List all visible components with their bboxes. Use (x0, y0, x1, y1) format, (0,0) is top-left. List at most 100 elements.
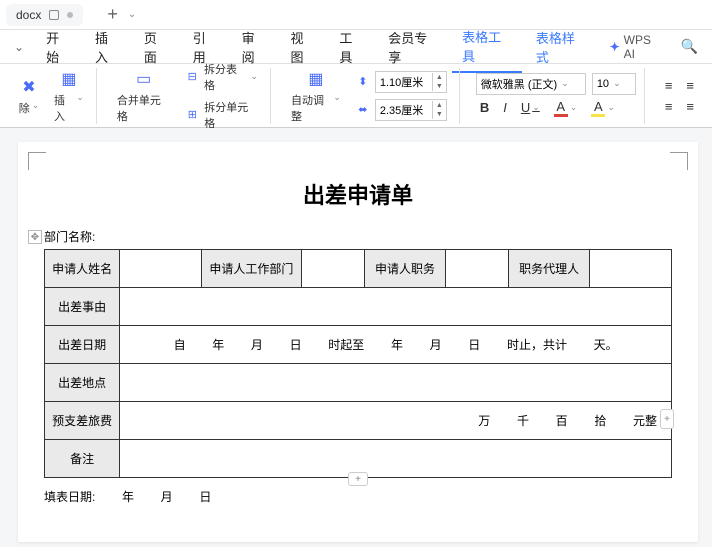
menu-member[interactable]: 会员专享 (378, 22, 448, 72)
cell-post-value[interactable] (446, 250, 509, 288)
cell-post-label[interactable]: 申请人职务 (364, 250, 446, 288)
split-table-label: 拆分表格 (204, 61, 247, 93)
autofit-icon: ▦ (305, 68, 327, 90)
footer-date: 填表日期: 年 月 日 (44, 488, 672, 505)
row-height-row: ⬍ ▲▼ (351, 69, 451, 95)
dept-label: 部门名称: (44, 228, 95, 245)
wps-ai-button[interactable]: ✦ WPS AI (604, 33, 669, 61)
page: 出差申请单 ✥ 部门名称: 申请人姓名 申请人工作部门 申请人职务 职务代理人 … (18, 142, 698, 542)
highlight-swatch (591, 114, 605, 117)
menu-tools[interactable]: 工具 (329, 22, 374, 72)
caret-icon: ⌄ (32, 100, 40, 116)
split-table-button[interactable]: ⊟ 拆分表格 ⌄ (181, 59, 263, 95)
cell-reason-label[interactable]: 出差事由 (45, 288, 120, 326)
font-color-button[interactable]: A ⌄ (550, 97, 582, 119)
cell-dept-label[interactable]: 申请人工作部门 (201, 250, 301, 288)
menu-table-tools[interactable]: 表格工具 (452, 21, 522, 73)
font-stack: 微软雅黑 (正文) ⌄ 10 ⌄ B I U⌄ A ⌄ (476, 73, 636, 119)
caret-icon: ⌄ (76, 92, 84, 124)
cell-date-value[interactable]: 自 年 月 日 时起至 年 月 日 时止，共计 天。 (120, 326, 672, 364)
add-row-button[interactable]: + (348, 472, 368, 486)
delete-icon: ✖ (18, 76, 40, 98)
autofit-button[interactable]: ▦ 自动调整⌄ (287, 66, 345, 126)
col-width-row: ⬌ ▲▼ (351, 97, 451, 123)
align-right-button[interactable]: ≡ (682, 97, 698, 116)
menu-start[interactable]: 开始 (36, 22, 81, 72)
autofit-label: 自动调整 (291, 92, 331, 124)
spin-down[interactable]: ▼ (433, 82, 446, 91)
row-height-input[interactable]: ▲▼ (375, 71, 447, 93)
merge-cells-button[interactable]: ▭ 合并单元格 (113, 66, 175, 126)
cell-proxy-label[interactable]: 职务代理人 (508, 250, 590, 288)
tab-status-dot (67, 12, 73, 18)
table-row: 申请人姓名 申请人工作部门 申请人职务 职务代理人 (45, 250, 672, 288)
align-stack: ≡ ≡ ≡ ≡ (661, 76, 698, 116)
menubar: ⌄ 开始 插入 页面 引用 审阅 视图 工具 会员专享 表格工具 表格样式 ✦ … (0, 30, 712, 64)
spin-down[interactable]: ▼ (433, 110, 446, 119)
cell-note-value[interactable] (120, 440, 672, 478)
row-height-field[interactable] (376, 76, 432, 88)
delete-button[interactable]: ✖ 除⌄ (14, 74, 44, 118)
menu-page[interactable]: 页面 (134, 22, 179, 72)
underline-button[interactable]: U⌄ (517, 98, 544, 117)
table-row: 预支差旅费 万 千 百 拾 元整 (45, 402, 672, 440)
caret-icon: ⌄ (561, 78, 569, 89)
tab-window-icon (49, 10, 59, 20)
align-center-button[interactable]: ≡ (682, 76, 698, 95)
font-name-select[interactable]: 微软雅黑 (正文) ⌄ (476, 73, 586, 95)
spin-up[interactable]: ▲ (433, 101, 446, 110)
margin-corner-tr (670, 152, 688, 170)
tab-filename: docx (16, 8, 41, 22)
cell-advance-label[interactable]: 预支差旅费 (45, 402, 120, 440)
table-move-handle[interactable]: ✥ (28, 230, 42, 244)
cell-proxy-value[interactable] (590, 250, 672, 288)
bold-button[interactable]: B (476, 98, 493, 117)
ribbon-group-size: ▦ 自动调整⌄ ⬍ ▲▼ ⬌ ▲▼ (279, 68, 460, 124)
caret-icon: ⌄ (570, 102, 578, 113)
wps-ai-icon: ✦ (610, 40, 620, 54)
cell-dept-value[interactable] (302, 250, 365, 288)
dept-row: ✥ 部门名称: (44, 228, 672, 245)
caret-icon: ⌄ (333, 92, 341, 124)
font-size-select[interactable]: 10 ⌄ (592, 73, 636, 95)
caret-icon: ⌄ (532, 102, 540, 113)
document-canvas[interactable]: 出差申请单 ✥ 部门名称: 申请人姓名 申请人工作部门 申请人职务 职务代理人 … (0, 128, 712, 547)
row-height-icon: ⬍ (355, 74, 371, 90)
cell-place-value[interactable] (120, 364, 672, 402)
tab-dropdown[interactable]: ⌄ (124, 9, 140, 20)
cell-name-label[interactable]: 申请人姓名 (45, 250, 120, 288)
font-color-label: A (556, 99, 565, 114)
caret-icon: ⌄ (251, 71, 259, 82)
ribbon-group-edit: ✖ 除⌄ ▦ 插入⌄ (6, 68, 97, 124)
merge-icon: ▭ (133, 68, 155, 90)
font-name-value: 微软雅黑 (正文) (481, 76, 557, 92)
menu-view[interactable]: 视图 (281, 22, 326, 72)
font-color-swatch (554, 114, 568, 117)
caret-icon: ⌄ (613, 78, 621, 89)
cell-place-label[interactable]: 出差地点 (45, 364, 120, 402)
menu-table-style[interactable]: 表格样式 (526, 22, 596, 72)
cell-advance-value[interactable]: 万 千 百 拾 元整 (120, 402, 672, 440)
ribbon-group-font: 微软雅黑 (正文) ⌄ 10 ⌄ B I U⌄ A ⌄ (468, 68, 645, 124)
spin-up[interactable]: ▲ (433, 73, 446, 82)
form-table[interactable]: 申请人姓名 申请人工作部门 申请人职务 职务代理人 出差事由 出差日期 自 年 … (44, 249, 672, 478)
insert-label: 插入 (54, 92, 74, 124)
cell-name-value[interactable] (120, 250, 202, 288)
align-left-button[interactable]: ≡ (661, 76, 677, 95)
search-icon[interactable]: 🔍 (673, 38, 706, 55)
highlight-button[interactable]: A ⌄ (587, 97, 619, 119)
cell-date-label[interactable]: 出差日期 (45, 326, 120, 364)
cell-note-label[interactable]: 备注 (45, 440, 120, 478)
col-width-field[interactable] (376, 104, 432, 116)
col-width-input[interactable]: ▲▼ (375, 99, 447, 121)
menu-back-button[interactable]: ⌄ (6, 36, 32, 58)
split-table-icon: ⊟ (185, 69, 200, 85)
cell-reason-value[interactable] (120, 288, 672, 326)
menu-insert[interactable]: 插入 (85, 22, 130, 72)
add-column-button[interactable]: + (660, 409, 674, 429)
caret-icon: ⌄ (607, 102, 615, 113)
size-stack: ⬍ ▲▼ ⬌ ▲▼ (351, 69, 451, 123)
italic-button[interactable]: I (499, 98, 511, 117)
align-justify-button[interactable]: ≡ (661, 97, 677, 116)
insert-button[interactable]: ▦ 插入⌄ (50, 66, 88, 126)
